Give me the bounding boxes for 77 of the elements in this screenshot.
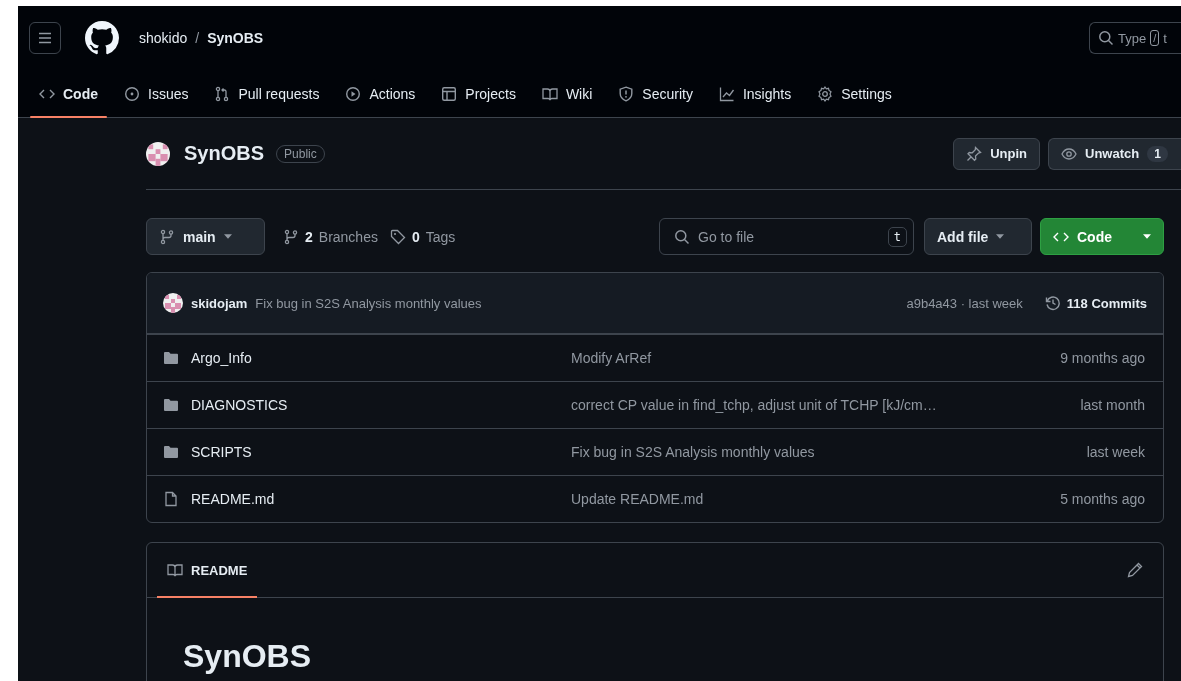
shield-icon [618,85,635,102]
commit-message-link[interactable]: Update README.md [571,491,1061,507]
search-field[interactable]: Type / t [1089,22,1181,54]
branch-select-button[interactable]: main [146,218,265,255]
repo-link[interactable]: SynOBS [207,30,264,46]
commit-message-link[interactable]: Fix bug in S2S Analysis monthly values [255,295,482,311]
commits-link[interactable]: 118 Commits [1044,295,1147,311]
avatar-icon [146,141,170,166]
commit-author-link[interactable]: skidojam [191,295,248,311]
caret-icon [223,234,232,239]
code-button[interactable]: Code [1040,218,1164,255]
shortcut-key: t [887,226,907,247]
pencil-icon [1127,562,1143,578]
file-name-link[interactable]: README.md [191,491,275,507]
tag-icon [389,228,406,245]
nav-tab[interactable]: Insights [709,70,801,117]
history-icon [1044,295,1061,311]
menu-button[interactable] [29,22,61,54]
pin-icon [966,145,983,162]
add-file-button[interactable]: Add file [924,218,1032,255]
menu-icon [37,30,53,46]
play-icon [345,85,362,102]
pull-request-icon [214,85,231,102]
search-icon [674,228,690,245]
commit-message-link[interactable]: Modify ArRef [571,350,1061,366]
breadcrumb-separator: / [195,30,200,46]
branch-icon [283,228,299,245]
table-icon [441,85,458,102]
tags-link[interactable]: 0 Tags [389,228,456,245]
file-name-link[interactable]: SCRIPTS [191,444,252,460]
readme-heading: SynOBS [183,637,313,676]
nav-tab[interactable]: Code [30,70,107,117]
folder-icon [163,397,179,413]
nav-tab[interactable]: Settings [808,70,901,117]
nav-tab[interactable]: Wiki [532,70,602,117]
nav-tab[interactable]: Security [609,70,702,117]
file-name-link[interactable]: DIAGNOSTICS [191,397,288,413]
gear-icon [817,85,834,102]
folder-icon [163,444,179,460]
commit-hash-time[interactable]: a9b4a43 · last week [906,295,1023,311]
readme-tab[interactable]: README [157,543,258,597]
commit-time: last week [1086,444,1145,460]
watch-count: 1 [1147,145,1168,162]
caret-icon [1143,234,1151,239]
nav-tab[interactable]: Pull requests [205,70,329,117]
go-to-file-placeholder: Go to file [698,228,755,245]
book-icon [541,85,558,102]
commit-message-link[interactable]: correct CP value in find_tchp, adjust unit of TCHP [kJ/cm… [571,397,1081,413]
book-icon [167,562,183,578]
octocat-logo-icon[interactable] [85,21,119,55]
shortcut-key: / [1150,30,1160,46]
unpin-button[interactable]: Unpin [953,137,1040,170]
repo-title[interactable]: SynOBS [184,142,265,165]
commit-time: 5 months ago [1060,491,1145,507]
caret-icon [996,234,1005,239]
branch-icon [159,228,175,245]
avatar-icon [163,293,183,313]
issue-icon [124,85,140,102]
commit-time: 9 months ago [1060,350,1145,366]
nav-tab[interactable]: Issues [115,70,198,117]
commit-time: last month [1080,397,1145,413]
branches-link[interactable]: 2 Branches [283,228,378,245]
file-name-link[interactable]: Argo_Info [191,350,252,366]
commit-message-link[interactable]: Fix bug in S2S Analysis monthly values [571,444,1087,460]
nav-tab[interactable]: Actions [336,70,425,117]
file-icon [163,491,179,507]
edit-button[interactable] [1127,562,1143,578]
search-icon [1098,30,1114,46]
eye-icon [1061,145,1077,162]
graph-icon [718,85,735,102]
go-to-file-field[interactable]: Go to file t [659,218,914,255]
folder-icon [163,350,179,366]
nav-tab[interactable]: Projects [432,70,525,117]
search-placeholder-end: t [1163,30,1167,46]
search-placeholder: Type [1118,30,1147,46]
unwatch-button[interactable]: Unwatch 1 [1048,137,1181,170]
owner-link[interactable]: shokido [139,30,188,46]
